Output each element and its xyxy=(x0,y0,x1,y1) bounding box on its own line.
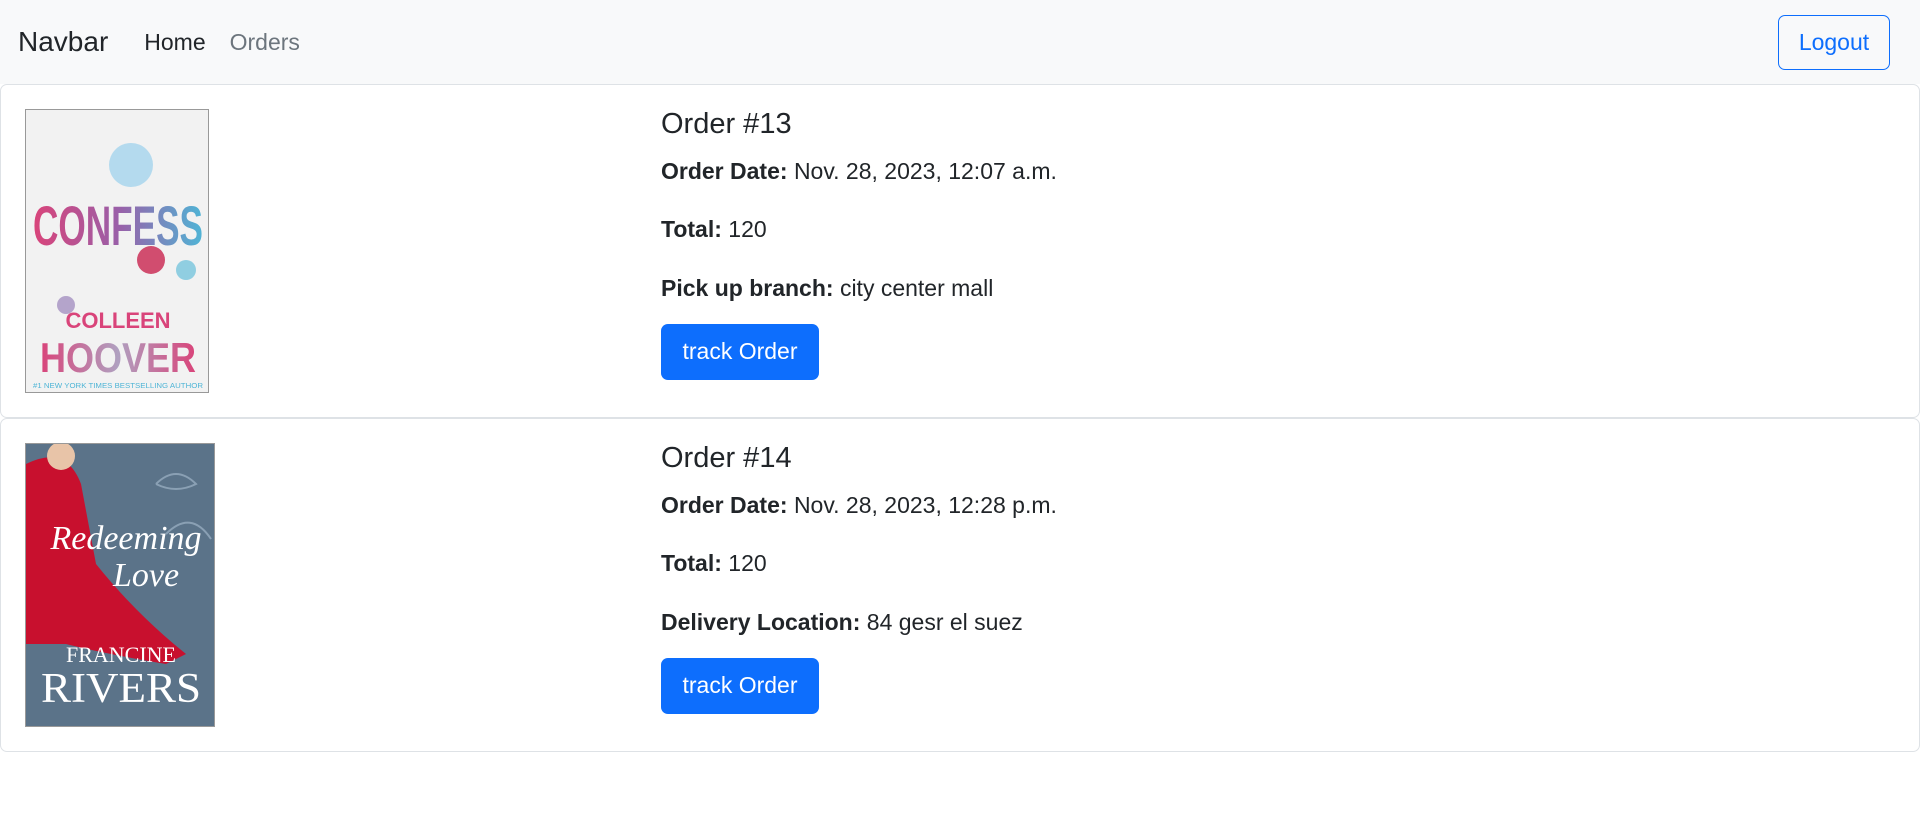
order-location-value: city center mall xyxy=(839,274,994,301)
cover-author-first: FRANCINE xyxy=(66,642,176,667)
order-location-label: Pick up branch: xyxy=(661,274,834,301)
order-total-label: Total: xyxy=(661,216,722,243)
order-card: CONFESS COLLEEN HOOVER #1 NEW YORK TIMES… xyxy=(0,84,1920,418)
order-location-value: 84 gesr el suez xyxy=(866,608,1023,635)
cover-subtitle: Love xyxy=(112,557,179,594)
order-details: Order #14 Order Date: Nov. 28, 2023, 12:… xyxy=(661,441,1057,714)
order-date: Order Date: Nov. 28, 2023, 12:07 a.m. xyxy=(661,158,1057,186)
cover-title: Redeeming xyxy=(49,520,201,557)
order-total: Total: 120 xyxy=(661,216,1057,244)
order-date: Order Date: Nov. 28, 2023, 12:28 p.m. xyxy=(661,492,1057,520)
navbar-brand[interactable]: Navbar xyxy=(18,26,108,58)
order-card: Redeeming Love FRANCINE RIVERS Order #14… xyxy=(0,418,1920,752)
logout-button[interactable]: Logout xyxy=(1778,15,1890,70)
order-date-label: Order Date: xyxy=(661,491,788,518)
order-date-label: Order Date: xyxy=(661,157,788,184)
cover-tagline: #1 NEW YORK TIMES BESTSELLING AUTHOR xyxy=(33,383,203,390)
order-title: Order #13 xyxy=(661,108,792,140)
order-location: Pick up branch: city center mall xyxy=(661,275,1057,303)
cover-author-last: HOOVER xyxy=(40,334,196,381)
order-total-label: Total: xyxy=(661,550,722,577)
nav-link-orders[interactable]: Orders xyxy=(230,29,300,56)
order-date-value: Nov. 28, 2023, 12:28 p.m. xyxy=(793,491,1057,518)
cover-title: CONFESS xyxy=(33,194,203,257)
order-location-label: Delivery Location: xyxy=(661,608,861,635)
cover-author-first: COLLEEN xyxy=(65,308,170,333)
order-total-value: 120 xyxy=(728,216,767,243)
order-date-value: Nov. 28, 2023, 12:07 a.m. xyxy=(793,157,1057,184)
order-total-value: 120 xyxy=(728,550,767,577)
order-total: Total: 120 xyxy=(661,550,1057,578)
order-details: Order #13 Order Date: Nov. 28, 2023, 12:… xyxy=(661,107,1057,380)
track-order-button[interactable]: track Order xyxy=(661,657,819,714)
cover-author-last: RIVERS xyxy=(41,666,201,712)
navbar: Navbar Home Orders Logout xyxy=(0,0,1920,84)
order-title: Order #14 xyxy=(661,442,792,474)
order-location: Delivery Location: 84 gesr el suez xyxy=(661,609,1057,637)
book-cover-image: Redeeming Love FRANCINE RIVERS xyxy=(25,443,215,727)
nav-link-home[interactable]: Home xyxy=(144,29,205,56)
track-order-button[interactable]: track Order xyxy=(661,323,819,380)
book-cover-image: CONFESS COLLEEN HOOVER #1 NEW YORK TIMES… xyxy=(25,109,209,393)
